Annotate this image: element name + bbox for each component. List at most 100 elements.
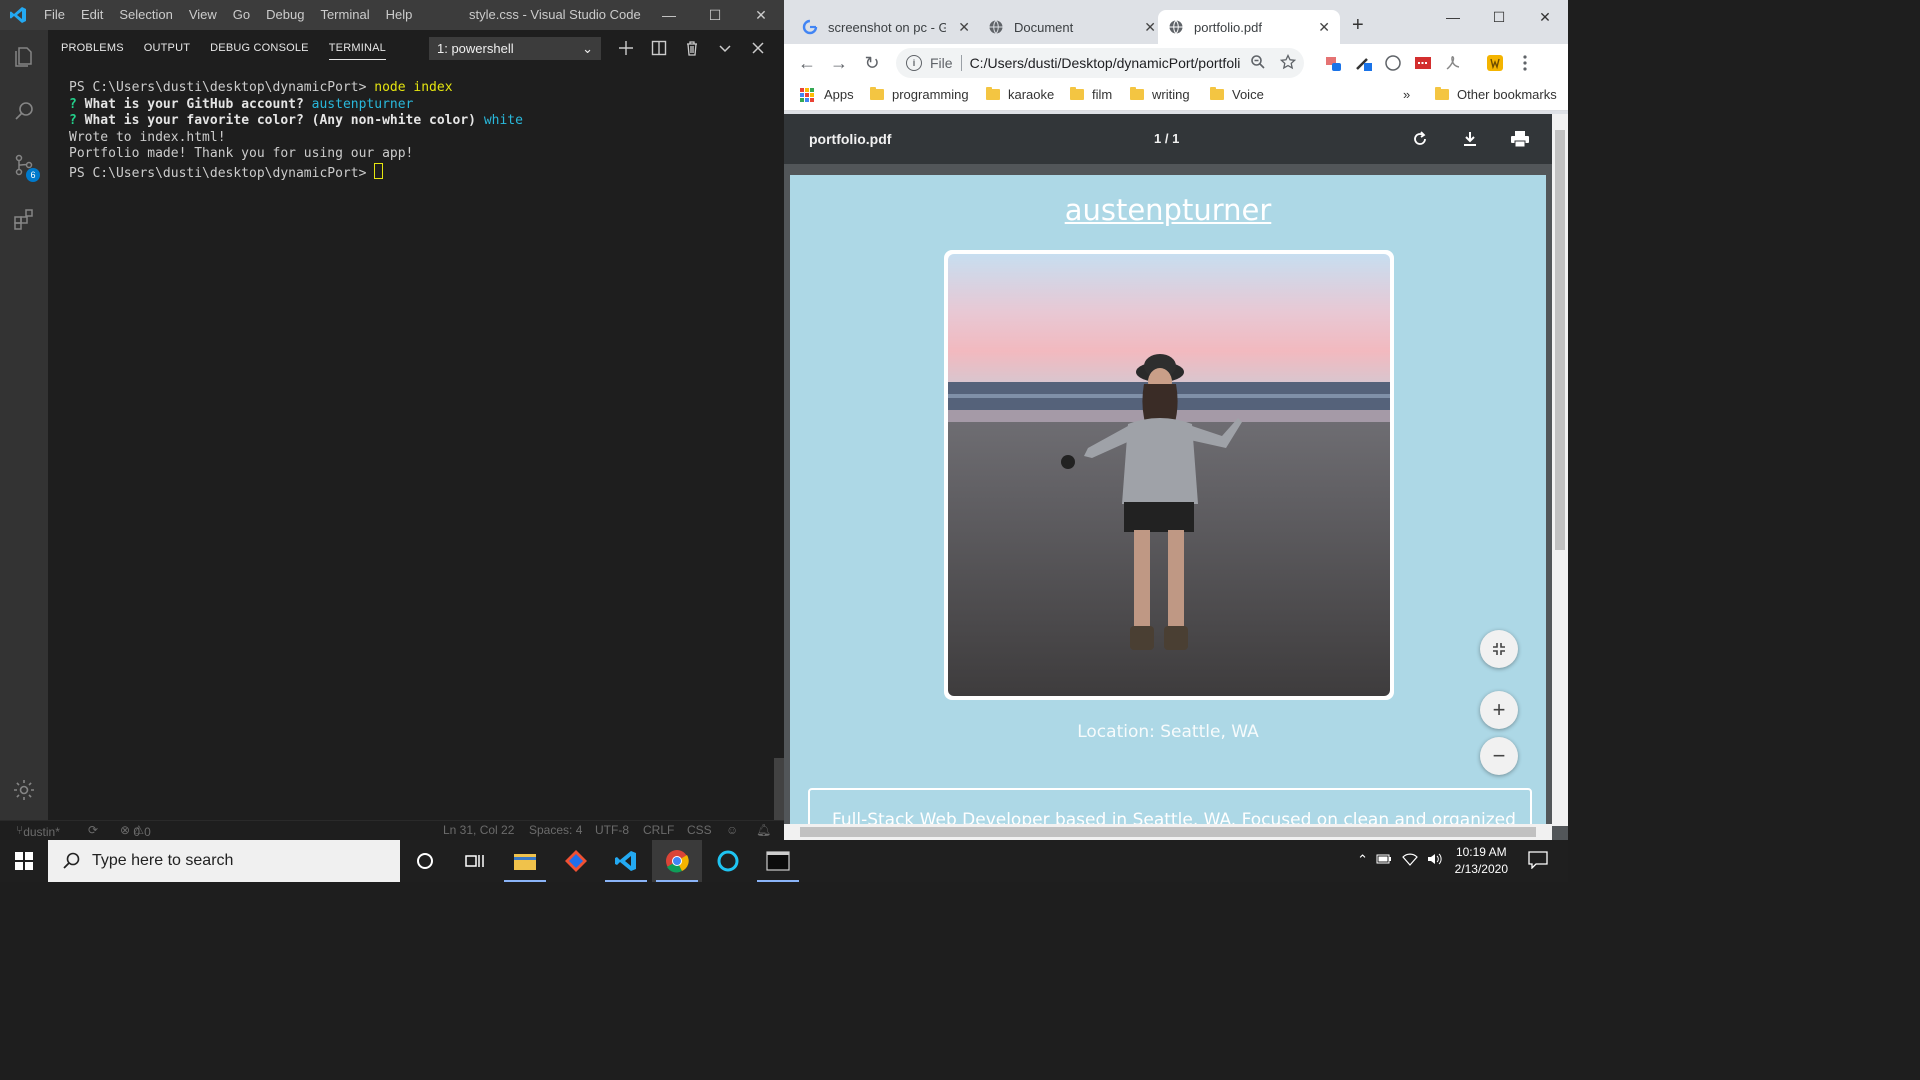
pdf-vertical-scrollbar[interactable] bbox=[1552, 114, 1568, 826]
new-terminal-icon[interactable] bbox=[609, 37, 642, 59]
download-icon[interactable] bbox=[1458, 128, 1482, 150]
reload-icon[interactable]: ↻ bbox=[861, 52, 883, 74]
question-text: What is your GitHub account? bbox=[76, 96, 312, 112]
maximize-icon[interactable]: ☐ bbox=[692, 0, 738, 30]
windows-start-icon[interactable] bbox=[0, 840, 48, 882]
trash-icon[interactable] bbox=[675, 37, 708, 59]
menu-file[interactable]: File bbox=[36, 0, 73, 30]
bookmarks-overflow[interactable]: » bbox=[1403, 87, 1410, 102]
source-control-icon[interactable]: 6 bbox=[0, 138, 48, 192]
extensions-icon[interactable] bbox=[0, 192, 48, 246]
line-ending[interactable]: CRLF bbox=[643, 823, 674, 837]
battery-icon[interactable] bbox=[1376, 853, 1392, 868]
address-bar[interactable]: i File C:/Users/dusti/Desktop/dynamicPor… bbox=[896, 48, 1304, 78]
close-icon[interactable]: ✕ bbox=[1522, 0, 1568, 34]
terminal-output[interactable]: PS C:\Users\dusti\desktop\dynamicPort> n… bbox=[69, 80, 523, 182]
bookmark-folder[interactable]: film bbox=[1070, 87, 1112, 102]
maximize-icon[interactable]: ☐ bbox=[1476, 0, 1522, 34]
clock[interactable]: 10:19 AM 2/13/2020 bbox=[1455, 844, 1508, 878]
terminal-select[interactable]: 1: powershell ⌄ bbox=[429, 37, 601, 60]
browser-tab[interactable]: screenshot on pc - Go ✕ bbox=[802, 10, 970, 44]
minimize-icon[interactable]: — bbox=[1430, 0, 1476, 34]
branch-status[interactable]: ⑂ dustin* bbox=[16, 823, 60, 839]
tab-debug-console[interactable]: DEBUG CONSOLE bbox=[210, 30, 309, 66]
menu-edit[interactable]: Edit bbox=[73, 0, 111, 30]
explorer-icon[interactable] bbox=[0, 30, 48, 84]
feedback-icon[interactable]: ☺ bbox=[726, 823, 738, 837]
terminal-taskbar-icon[interactable] bbox=[753, 840, 803, 882]
task-view-icon[interactable] bbox=[450, 840, 500, 882]
wifi-icon[interactable] bbox=[1402, 852, 1418, 869]
menu-help[interactable]: Help bbox=[378, 0, 421, 30]
close-tab-icon[interactable]: ✕ bbox=[1318, 19, 1330, 36]
back-arrow-icon[interactable]: ← bbox=[796, 52, 818, 74]
pdf-toolbar: portfolio.pdf 1 / 1 bbox=[784, 114, 1552, 164]
minimize-icon[interactable]: — bbox=[646, 0, 692, 30]
answer-text: white bbox=[483, 113, 523, 128]
git-app-icon[interactable] bbox=[551, 840, 601, 882]
tab-terminal[interactable]: TERMINAL bbox=[328, 30, 387, 66]
menu-view[interactable]: View bbox=[181, 0, 225, 30]
split-terminal-icon[interactable] bbox=[642, 37, 675, 59]
language-mode[interactable]: CSS bbox=[687, 823, 712, 837]
extension-icon[interactable] bbox=[1486, 54, 1504, 72]
scroll-thumb[interactable] bbox=[1555, 130, 1565, 550]
bookmark-apps[interactable]: Apps bbox=[800, 87, 854, 102]
notification-icon[interactable] bbox=[1528, 851, 1548, 872]
extension-icon[interactable] bbox=[1324, 54, 1342, 72]
pdf-extension-icon[interactable] bbox=[1444, 54, 1462, 72]
alexa-icon[interactable] bbox=[703, 840, 753, 882]
zoom-out-icon[interactable]: − bbox=[1480, 737, 1518, 775]
scroll-thumb[interactable] bbox=[800, 827, 1536, 837]
color-picker-icon[interactable] bbox=[1354, 54, 1372, 72]
bell-icon[interactable]: 🔔︎ bbox=[756, 823, 771, 837]
close-tab-icon[interactable]: ✕ bbox=[958, 19, 970, 36]
extension-icon[interactable] bbox=[1414, 54, 1432, 72]
bookmark-folder[interactable]: programming bbox=[870, 87, 969, 102]
close-icon[interactable]: ✕ bbox=[738, 0, 784, 30]
other-bookmarks[interactable]: Other bookmarks bbox=[1435, 87, 1557, 102]
tab-problems[interactable]: PROBLEMS bbox=[61, 30, 124, 66]
close-panel-icon[interactable] bbox=[741, 37, 774, 59]
zoom-icon[interactable] bbox=[1250, 54, 1266, 73]
menu-go[interactable]: Go bbox=[225, 0, 258, 30]
browser-tab[interactable]: Document ✕ bbox=[988, 10, 1156, 44]
problems-status[interactable]: ⊗ 0 ⚠ 0 bbox=[120, 823, 151, 839]
fit-page-icon[interactable] bbox=[1480, 630, 1518, 668]
extension-icon[interactable] bbox=[1384, 54, 1402, 72]
volume-icon[interactable] bbox=[1426, 851, 1442, 870]
tray-chevron-up-icon[interactable]: ⌃ bbox=[1357, 852, 1368, 868]
vscode-taskbar-icon[interactable] bbox=[601, 840, 651, 882]
print-icon[interactable] bbox=[1508, 128, 1532, 150]
taskbar-search[interactable]: Type here to search bbox=[48, 840, 400, 882]
indentation[interactable]: Spaces: 4 bbox=[529, 823, 582, 837]
file-explorer-icon[interactable] bbox=[500, 840, 550, 882]
bookmark-folder[interactable]: Voice bbox=[1210, 87, 1264, 102]
collapse-panel-icon[interactable] bbox=[708, 37, 741, 59]
info-icon[interactable]: i bbox=[906, 55, 922, 71]
star-icon[interactable] bbox=[1279, 53, 1297, 73]
forward-arrow-icon[interactable]: → bbox=[828, 52, 850, 74]
rotate-icon[interactable] bbox=[1408, 128, 1432, 150]
menu-terminal[interactable]: Terminal bbox=[312, 0, 377, 30]
search-icon[interactable] bbox=[0, 84, 48, 138]
cursor-position[interactable]: Ln 31, Col 22 bbox=[443, 823, 514, 837]
new-tab-icon[interactable]: + bbox=[1352, 14, 1364, 37]
tab-output[interactable]: OUTPUT bbox=[144, 30, 190, 66]
chrome-taskbar-icon[interactable] bbox=[652, 840, 702, 882]
sync-icon[interactable]: ⟳ bbox=[88, 823, 98, 837]
zoom-in-icon[interactable]: + bbox=[1480, 691, 1518, 729]
cortana-icon[interactable] bbox=[400, 840, 450, 882]
settings-gear-icon[interactable] bbox=[0, 770, 48, 810]
pdf-horizontal-scrollbar[interactable] bbox=[784, 824, 1552, 840]
bookmark-folder[interactable]: karaoke bbox=[986, 87, 1054, 102]
terminal-scrollbar[interactable] bbox=[774, 758, 784, 820]
menu-dots-icon[interactable] bbox=[1516, 54, 1534, 72]
close-tab-icon[interactable]: ✕ bbox=[1144, 19, 1156, 36]
bookmark-folder[interactable]: writing bbox=[1130, 87, 1190, 102]
menu-debug[interactable]: Debug bbox=[258, 0, 312, 30]
browser-tab-active[interactable]: portfolio.pdf ✕ bbox=[1158, 10, 1340, 44]
encoding[interactable]: UTF-8 bbox=[595, 823, 629, 837]
menu-selection[interactable]: Selection bbox=[111, 0, 180, 30]
portfolio-heading[interactable]: austenpturner bbox=[790, 193, 1546, 227]
